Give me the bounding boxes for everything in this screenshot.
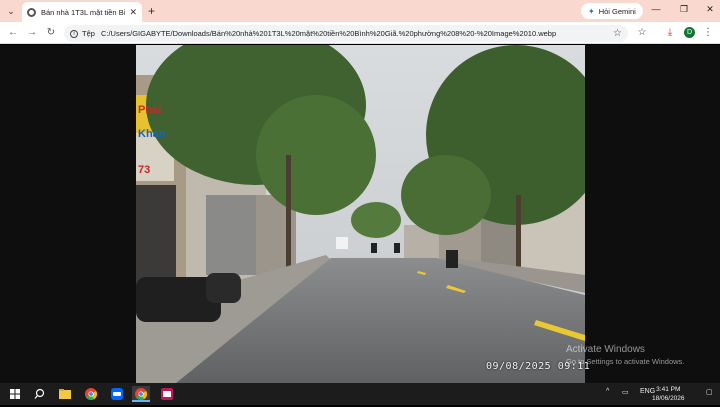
restore-icon[interactable]: ❐ xyxy=(676,4,692,15)
activate-windows-subtext: Go to Settings to activate Windows. xyxy=(566,357,685,366)
notifications-icon[interactable]: ▢ xyxy=(706,388,713,396)
photos-app-icon[interactable] xyxy=(158,386,176,402)
file-explorer-icon[interactable] xyxy=(56,386,74,402)
gemini-label: Hỏi Gemini xyxy=(598,6,636,16)
activate-windows-watermark: Activate Windows Go to Settings to activ… xyxy=(566,344,684,366)
profile-avatar[interactable]: D xyxy=(684,27,695,38)
close-window-icon[interactable]: ✕ xyxy=(702,4,718,15)
tab-favicon-icon xyxy=(27,7,36,17)
back-arrow-icon[interactable]: ← xyxy=(6,26,20,40)
activate-windows-heading: Activate Windows xyxy=(566,344,645,355)
chrome-icon[interactable] xyxy=(82,386,100,402)
battery-icon[interactable]: ▭ xyxy=(622,388,629,396)
shop-sign-text: Khán xyxy=(138,128,166,140)
reload-icon[interactable]: ↻ xyxy=(44,26,58,40)
url-text[interactable]: C:/Users/GIGABYTE/Downloads/Bán%20nhà%20… xyxy=(101,29,613,38)
shop-sign-text: 73 xyxy=(138,164,150,176)
gemini-sparkle-icon: ✦ xyxy=(588,6,595,16)
taskbar-clock[interactable]: 3:41 PM 18/06/2026 xyxy=(652,385,685,403)
search-icon[interactable] xyxy=(30,386,48,402)
tab-search-chevron-icon[interactable]: ⌄ xyxy=(4,4,18,18)
browser-titlebar: ⌄ Bán nhà 1T3L mặt tiền Bình Giã ✕ + ✦ H… xyxy=(0,0,720,22)
file-scheme-chip: Tệp xyxy=(82,29,95,38)
address-bar[interactable]: i Tệp C:/Users/GIGABYTE/Downloads/Bán%20… xyxy=(64,25,628,42)
site-info-icon[interactable]: i xyxy=(70,29,78,38)
tab-title: Bán nhà 1T3L mặt tiền Bình Giã xyxy=(41,7,126,17)
download-icon[interactable]: ⤓ xyxy=(664,27,676,39)
browser-tab-active[interactable]: Bán nhà 1T3L mặt tiền Bình Giã ✕ xyxy=(22,2,142,22)
new-tab-plus-icon[interactable]: + xyxy=(148,3,155,19)
forward-arrow-icon[interactable]: → xyxy=(25,26,39,40)
zalo-icon[interactable] xyxy=(108,386,126,402)
kebab-menu-icon[interactable]: ⋮ xyxy=(702,27,714,39)
clock-time: 3:41 PM xyxy=(656,386,681,393)
windows-taskbar: ^ ▭ ENG 3:41 PM 18/06/2026 ▢ xyxy=(0,383,720,405)
image-viewer: Phát Khán 73 xyxy=(0,45,720,383)
extensions-star-icon[interactable]: ☆ xyxy=(636,27,648,39)
gemini-button[interactable]: ✦ Hỏi Gemini xyxy=(581,3,643,19)
shop-sign-text: Phát xyxy=(138,104,162,116)
clock-date: 18/06/2026 xyxy=(652,395,685,402)
minimize-icon[interactable]: — xyxy=(648,4,664,14)
street-photo: Phát Khán 73 xyxy=(136,45,585,383)
tab-close-icon[interactable]: ✕ xyxy=(129,7,137,18)
tray-chevron-up-icon[interactable]: ^ xyxy=(606,388,609,395)
browser-toolbar: ← → ↻ i Tệp C:/Users/GIGABYTE/Downloads/… xyxy=(0,22,720,44)
street-scene-image: Phát Khán 73 xyxy=(136,45,585,383)
start-windows-icon[interactable] xyxy=(6,386,24,402)
bookmark-star-icon[interactable]: ☆ xyxy=(613,28,622,39)
chrome-active-icon[interactable] xyxy=(132,386,150,402)
